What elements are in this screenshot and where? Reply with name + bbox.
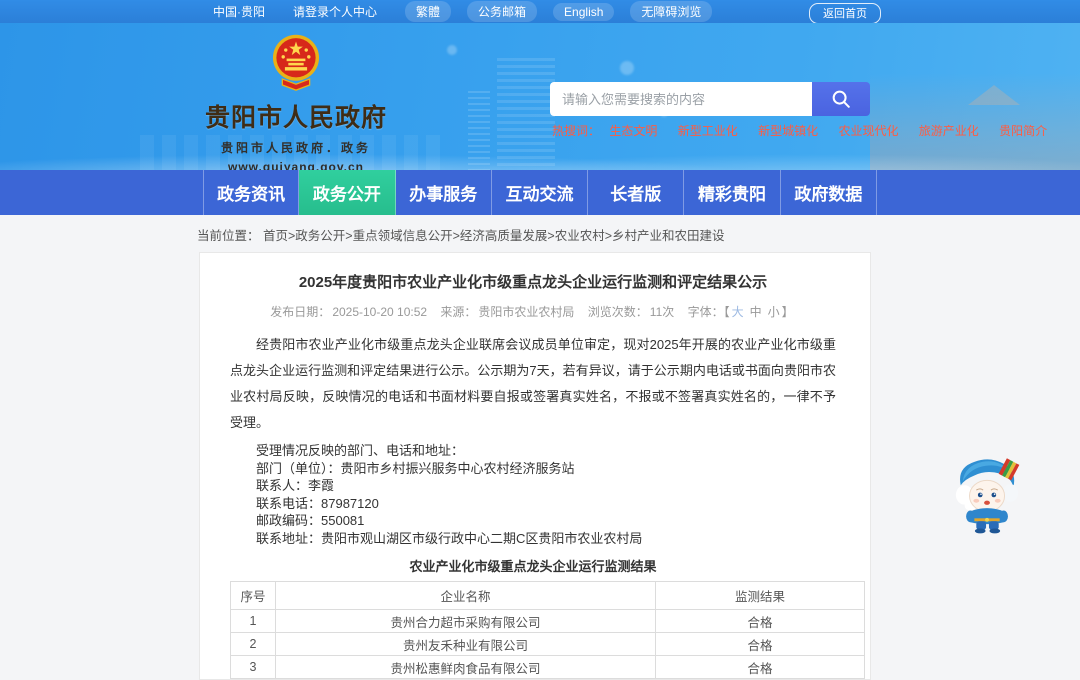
site-title: 贵阳市人民政府 [204, 104, 387, 132]
contact-line: 邮政编码：550081 [256, 513, 365, 528]
contact-line: 联系电话：87987120 [256, 495, 379, 511]
top-utility-bar: 中国·贵阳 请登录个人中心 繁體 公务邮箱 English 无障碍浏览 返回首页 [0, 0, 1080, 24]
topbar-login-personal-center-link[interactable]: 请登录个人中心 [293, 3, 377, 20]
return-home-button[interactable]: 返回首页 [809, 3, 881, 24]
site-logo[interactable]: 贵阳市人民政府 贵阳市人民政府．政务 www.guiyang.gov.cn [203, 33, 389, 170]
cell-result: 合格 [655, 609, 865, 633]
search-icon [832, 90, 850, 108]
hot-search-word[interactable]: 旅游产业化 [919, 124, 979, 138]
font-size-medium-button[interactable]: 中 [750, 305, 762, 319]
search-button[interactable] [812, 82, 870, 116]
hot-search-word[interactable]: 生态文明 [609, 124, 657, 138]
article-meta: 发布日期： 2025-10-20 10:52 来源： 贵阳市农业农村局 浏览次数： 1… [230, 303, 836, 320]
nav-tab-zhengfu-shuju[interactable]: 政府数据 [781, 170, 877, 215]
views-value: 11次 [649, 305, 675, 319]
contact-line: 受理情况反映的部门、电话和地址： [256, 443, 465, 458]
topbar-official-mail-link[interactable]: 公务邮箱 [467, 1, 538, 22]
publish-date-value: 2025-10-20 10:52 [332, 305, 428, 319]
hot-search-label: 热搜词： [552, 124, 601, 138]
nav-tab-jingcai-guiyang[interactable]: 精彩贵阳 [684, 170, 781, 215]
nav-tab-zhengwu-zixun[interactable]: 政务资讯 [203, 170, 300, 215]
table-row: 1 贵州合力超市采购有限公司 合格 [230, 609, 865, 633]
article-paragraph: 经贵阳市农业产业化市级重点龙头企业联席会议成员单位审定，现对2025年开展的农业… [230, 337, 836, 430]
contact-line: 联系地址：贵阳市观山湖区市级行政中心二期C区贵阳市农业农村局 [256, 530, 643, 546]
table-row: 3 贵州松惠鲜肉食品有限公司 合格 [230, 655, 865, 679]
banner-bokeh-decoration [447, 45, 457, 55]
site-subtitle: 贵阳市人民政府．政务 [220, 141, 371, 155]
col-header-result: 监测结果 [655, 581, 865, 610]
table-row: 2 贵州友禾种业有限公司 合格 [230, 632, 865, 656]
contact-line: 部门（单位）：贵阳市乡村振兴服务中心农村经济服务站 [256, 460, 575, 476]
nav-tab-zhengwu-gongkai[interactable]: 政务公开 [299, 170, 396, 215]
site-url: www.guiyang.gov.cn [227, 160, 364, 170]
search-input[interactable] [550, 82, 812, 116]
banner-building-decoration [497, 58, 555, 170]
hat-band-decoration [998, 458, 1020, 481]
topbar-english-link[interactable]: English [553, 2, 615, 21]
source-label: 来源： [440, 305, 477, 319]
page-content: 当前位置： 首页>政务公开>重点领域信息公开>经济高质量发展>农业农村>乡村产业… [0, 215, 1080, 680]
monitoring-result-table: 序号 企业名称 监测结果 1 贵州合力超市采购有限公司 合格 2 贵州友禾种业有… [230, 581, 865, 679]
breadcrumb: 当前位置： 首页>政务公开>重点领域信息公开>经济高质量发展>农业农村>乡村产业… [0, 215, 1080, 252]
hot-search-word[interactable]: 贵阳简介 [999, 124, 1047, 138]
national-emblem-icon [272, 34, 320, 91]
breadcrumb-path[interactable]: 首页>政务公开>重点领域信息公开>经济高质量发展>农业农村>乡村产业和农田建设 [263, 229, 725, 243]
nav-tab-banshi-fuwu[interactable]: 办事服务 [396, 170, 492, 215]
hot-search-word[interactable]: 农业现代化 [838, 124, 898, 138]
cell-index: 3 [230, 655, 276, 679]
topbar-accessibility-link[interactable]: 无障碍浏览 [630, 1, 713, 22]
hot-search-word[interactable]: 新型城镇化 [758, 124, 818, 138]
font-size-large-button[interactable]: 大 [732, 305, 744, 319]
font-size-small-button[interactable]: 小 [768, 305, 780, 319]
views-label: 浏览次数： [587, 305, 648, 319]
cell-company: 贵州合力超市采购有限公司 [275, 609, 656, 633]
site-banner: 贵阳市人民政府 贵阳市人民政府．政务 www.guiyang.gov.cn 热搜… [0, 23, 1080, 170]
source-value: 贵阳市农业农村局 [478, 305, 575, 319]
cell-result: 合格 [655, 655, 865, 679]
table-header-row: 序号 企业名称 监测结果 [230, 581, 865, 610]
contact-line: 联系人：李霞 [256, 478, 335, 493]
article-title: 2025年度贵阳市农业产业化市级重点龙头企业运行监测和评定结果公示 [298, 274, 768, 291]
nav-tab-hudong-jiaoliu[interactable]: 互动交流 [492, 170, 589, 215]
article-card: 2025年度贵阳市农业产业化市级重点龙头企业运行监测和评定结果公示 发布日期： 2… [199, 252, 871, 680]
cell-result: 合格 [655, 632, 865, 656]
col-header-index: 序号 [230, 581, 276, 610]
table-caption: 农业产业化市级重点龙头企业运行监测结果 [409, 559, 657, 574]
nav-tab-zhangzheban[interactable]: 长者版 [588, 170, 685, 215]
banner-bokeh-decoration [620, 61, 634, 75]
breadcrumb-label: 当前位置： [197, 229, 260, 243]
hot-search-row: 热搜词： 生态文明 新型工业化 新型城镇化 农业现代化 旅游产业化 贵阳简介 [552, 122, 1064, 139]
cell-company: 贵州松惠鲜肉食品有限公司 [275, 655, 656, 679]
mascot-assistant[interactable] [951, 452, 1025, 534]
banner-pagoda-decoration [968, 85, 1020, 105]
main-navigation: 政务资讯 政务公开 办事服务 互动交流 长者版 精彩贵阳 政府数据 [0, 170, 1080, 215]
cell-company: 贵州友禾种业有限公司 [275, 632, 656, 656]
publish-date-label: 发布日期： [270, 305, 331, 319]
font-size-bracket: 】 [781, 305, 794, 319]
cell-index: 2 [230, 632, 276, 656]
banner-building-decoration [468, 91, 490, 170]
banner-cloud-decoration [0, 144, 1080, 170]
hot-search-word[interactable]: 新型工业化 [678, 124, 738, 138]
topbar-traditional-chinese-link[interactable]: 繁體 [405, 1, 452, 22]
topbar-china-guiyang-link[interactable]: 中国·贵阳 [213, 3, 265, 20]
search-bar [550, 82, 870, 116]
cell-index: 1 [230, 609, 276, 633]
col-header-company: 企业名称 [275, 581, 656, 610]
font-size-label: 字体：【 [687, 305, 730, 319]
